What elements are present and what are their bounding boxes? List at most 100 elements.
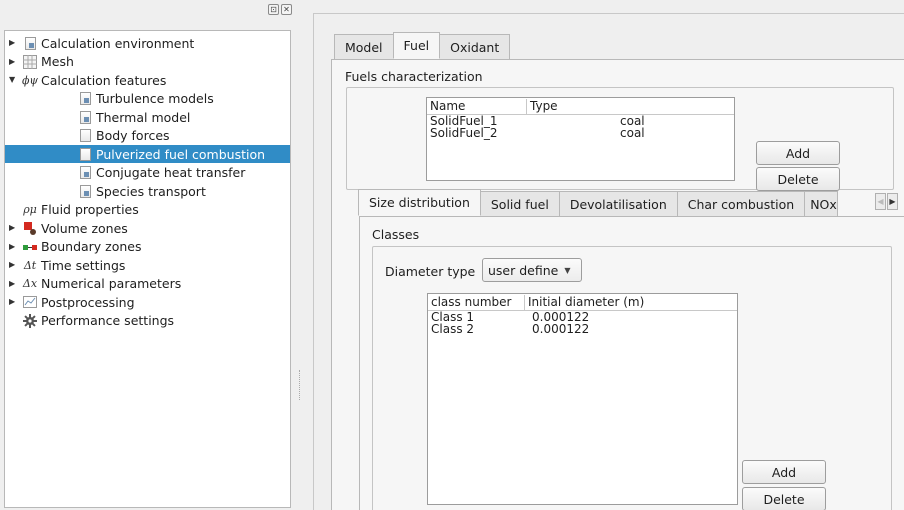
- tree-item-label: Calculation environment: [41, 35, 195, 51]
- tree-item-body-forces[interactable]: Body forces: [5, 127, 290, 145]
- navigation-tree[interactable]: ▶ Calculation environment ▶ Mesh ▼ ϕψ Calculat…: [4, 30, 291, 508]
- collapsed-arrow-icon[interactable]: ▶: [9, 242, 19, 252]
- tab-char-combustion[interactable]: Char combustion: [676, 191, 806, 216]
- fuels-groupbox: Name Type SolidFuel_1 coal SolidFuel_2 coal…: [346, 87, 894, 191]
- fuels-table-body: SolidFuel_1 coal SolidFuel_2 coal: [427, 115, 734, 139]
- diameter-type-select[interactable]: user define ▼: [482, 258, 582, 282]
- tree-item-label: Turbulence models: [96, 91, 214, 106]
- document-icon: [78, 184, 92, 198]
- collapsed-arrow-icon[interactable]: ▶: [9, 297, 19, 307]
- column-header-class-number[interactable]: class number: [428, 295, 524, 310]
- class-table-row[interactable]: Class 2 0.000122: [428, 323, 737, 335]
- tree-item-performance-settings[interactable]: Performance settings: [5, 312, 290, 330]
- diameter-type-value: user define: [488, 262, 559, 278]
- tree-item-conjugate-heat-transfer[interactable]: Conjugate heat transfer: [5, 164, 290, 182]
- tree-item-fluid-properties[interactable]: ρμ Fluid properties: [5, 201, 290, 219]
- float-dock-button[interactable]: ⊡: [268, 4, 279, 15]
- document-plain-icon: [78, 129, 92, 143]
- tree-item-mesh[interactable]: ▶ Mesh: [5, 53, 290, 71]
- volume-zones-icon: [23, 221, 37, 235]
- tab-scroll-buttons: ◀ ▶: [875, 193, 898, 210]
- chart-icon: [23, 295, 37, 309]
- classes-groupbox: Diameter type user define ▼ class number…: [372, 246, 892, 510]
- fuel-type-cell: coal: [620, 126, 645, 140]
- tab-oxidant[interactable]: Oxidant: [439, 34, 511, 59]
- tree-item-label: Conjugate heat transfer: [96, 165, 246, 180]
- tab-size-distribution[interactable]: Size distribution: [358, 189, 481, 216]
- column-header-initial-diameter[interactable]: Initial diameter (m): [524, 295, 739, 310]
- classes-table-header: class number Initial diameter (m): [428, 294, 737, 311]
- tree-item-volume-zones[interactable]: ▶ Volume zones: [5, 219, 290, 237]
- tree-item-label: Postprocessing: [41, 294, 135, 310]
- math-icon: Δt: [23, 258, 37, 272]
- tree-item-thermal-model[interactable]: Thermal model: [5, 108, 290, 126]
- add-class-button[interactable]: Add: [742, 460, 826, 484]
- scroll-left-icon[interactable]: ◀: [875, 193, 886, 210]
- tree-item-label: Volume zones: [41, 220, 128, 236]
- tree-item-label: Boundary zones: [41, 239, 142, 254]
- collapsed-arrow-icon[interactable]: ▶: [9, 57, 19, 67]
- tree-item-label: Performance settings: [41, 313, 175, 328]
- tree-item-numerical-parameters[interactable]: ▶ Δx Numerical parameters: [5, 275, 290, 293]
- tab-devolatilisation[interactable]: Devolatilisation: [558, 191, 678, 216]
- tree-item-label: Species transport: [96, 183, 206, 199]
- delete-class-button[interactable]: Delete: [742, 487, 826, 510]
- classes-table[interactable]: class number Initial diameter (m) Class …: [427, 293, 738, 505]
- delete-fuel-button[interactable]: Delete: [756, 167, 840, 191]
- class-diameter-cell: 0.000122: [532, 322, 590, 336]
- fuel-name-cell: SolidFuel_2: [430, 126, 498, 140]
- dock-title-buttons: ⊡ ✕: [268, 4, 292, 16]
- tree-item-time-settings[interactable]: ▶ Δt Time settings: [5, 256, 290, 274]
- tree-item-label: Thermal model: [96, 109, 191, 125]
- column-header-name[interactable]: Name: [427, 99, 526, 114]
- chevron-down-icon: ▼: [564, 265, 571, 275]
- splitter-handle[interactable]: [299, 370, 301, 400]
- tree-item-label: Numerical parameters: [41, 276, 182, 291]
- tab-solid-fuel[interactable]: Solid fuel: [479, 191, 560, 216]
- tree-item-pulverized-fuel-combustion[interactable]: Pulverized fuel combustion: [5, 145, 290, 163]
- tree-item-label: Time settings: [41, 257, 126, 273]
- tree-item-species-transport[interactable]: Species transport: [5, 182, 290, 200]
- column-header-type[interactable]: Type: [526, 99, 736, 114]
- document-icon: [78, 110, 92, 124]
- expanded-arrow-icon[interactable]: ▼: [9, 75, 19, 85]
- collapsed-arrow-icon[interactable]: ▶: [9, 38, 19, 48]
- tab-nox[interactable]: NOx: [804, 191, 839, 216]
- document-plain-icon: [78, 147, 92, 161]
- math-icon: ρμ: [23, 203, 37, 216]
- tree-item-postprocessing[interactable]: ▶ Postprocessing: [5, 293, 290, 311]
- collapsed-arrow-icon[interactable]: ▶: [9, 223, 19, 233]
- tree-item-boundary-zones[interactable]: ▶ Boundary zones: [5, 238, 290, 256]
- tab-fuel[interactable]: Fuel: [392, 32, 441, 59]
- document-icon: [78, 166, 92, 180]
- tab-model[interactable]: Model: [334, 34, 394, 59]
- tree-item-label: Fluid properties: [41, 202, 139, 217]
- tree-item-label: Mesh: [41, 54, 74, 69]
- classes-title: Classes: [372, 227, 420, 242]
- fuels-table[interactable]: Name Type SolidFuel_1 coal SolidFuel_2 coal: [426, 97, 735, 181]
- fuel-subtabbar: Size distribution Solid fuel Devolatilis…: [358, 189, 839, 216]
- document-icon: [23, 36, 37, 50]
- collapsed-arrow-icon[interactable]: ▶: [9, 260, 19, 270]
- scroll-right-icon[interactable]: ▶: [887, 193, 898, 210]
- grid-icon: [23, 54, 37, 69]
- size-distribution-pane: Classes Diameter type user define ▼ clas…: [359, 216, 904, 510]
- class-name-cell: Class 2: [431, 322, 475, 336]
- tree-item-calculation-environment[interactable]: ▶ Calculation environment: [5, 34, 290, 52]
- tree-item-label: Calculation features: [41, 72, 167, 88]
- collapsed-arrow-icon[interactable]: ▶: [9, 279, 19, 289]
- add-fuel-button[interactable]: Add: [756, 141, 840, 165]
- boundary-zones-icon: [23, 240, 37, 254]
- browser-dock: ⊡ ✕ ▶ Calculation environment ▶ Mesh ▼ ϕψ Calc…: [0, 0, 294, 510]
- tree-item-label: Pulverized fuel combustion: [96, 146, 266, 162]
- math-icon: Δx: [22, 277, 38, 290]
- fuels-table-header: Name Type: [427, 98, 734, 115]
- main-tabbar: Model Fuel Oxidant: [334, 32, 511, 59]
- math-icon: ϕψ: [21, 73, 39, 87]
- classes-table-body: Class 1 0.000122 Class 2 0.000122: [428, 311, 737, 335]
- close-dock-button[interactable]: ✕: [281, 4, 292, 15]
- tree-item-calculation-features[interactable]: ▼ ϕψ Calculation features: [5, 71, 290, 89]
- tree-item-label: Body forces: [96, 128, 170, 143]
- fuel-table-row[interactable]: SolidFuel_2 coal: [427, 127, 734, 139]
- tree-item-turbulence-models[interactable]: Turbulence models: [5, 90, 290, 108]
